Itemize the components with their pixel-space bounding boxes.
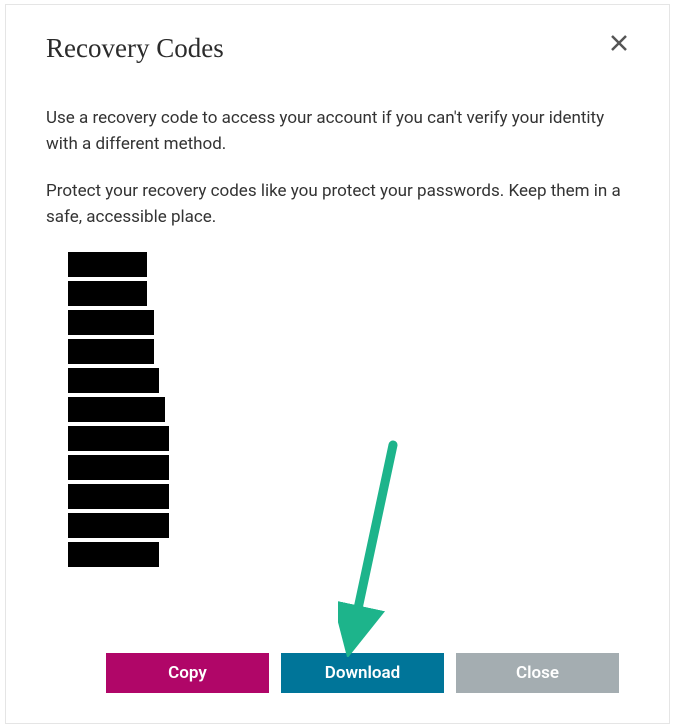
recovery-code-item	[68, 513, 169, 538]
recovery-code-item	[68, 397, 165, 422]
recovery-code-item	[68, 368, 159, 393]
dialog-header: Recovery Codes	[46, 33, 629, 64]
recovery-code-item	[68, 542, 159, 567]
dialog-body: Use a recovery code to access your accou…	[46, 106, 629, 567]
dialog-footer: Copy Download Close	[46, 653, 629, 693]
recovery-code-item	[68, 252, 147, 277]
copy-button[interactable]: Copy	[106, 653, 269, 693]
instruction-text-1: Use a recovery code to access your accou…	[46, 106, 629, 157]
download-button[interactable]: Download	[281, 653, 444, 693]
recovery-code-item	[68, 426, 169, 451]
close-icon-button[interactable]	[609, 33, 629, 55]
close-icon	[609, 33, 629, 53]
recovery-code-item	[68, 281, 147, 306]
recovery-codes-list	[68, 252, 629, 567]
recovery-code-item	[68, 310, 154, 335]
recovery-codes-dialog: Recovery Codes Use a recovery code to ac…	[5, 4, 670, 724]
instruction-text-2: Protect your recovery codes like you pro…	[46, 179, 629, 230]
recovery-code-item	[68, 339, 154, 364]
close-button[interactable]: Close	[456, 653, 619, 693]
recovery-code-item	[68, 484, 169, 509]
dialog-title: Recovery Codes	[46, 33, 224, 64]
recovery-code-item	[68, 455, 169, 480]
